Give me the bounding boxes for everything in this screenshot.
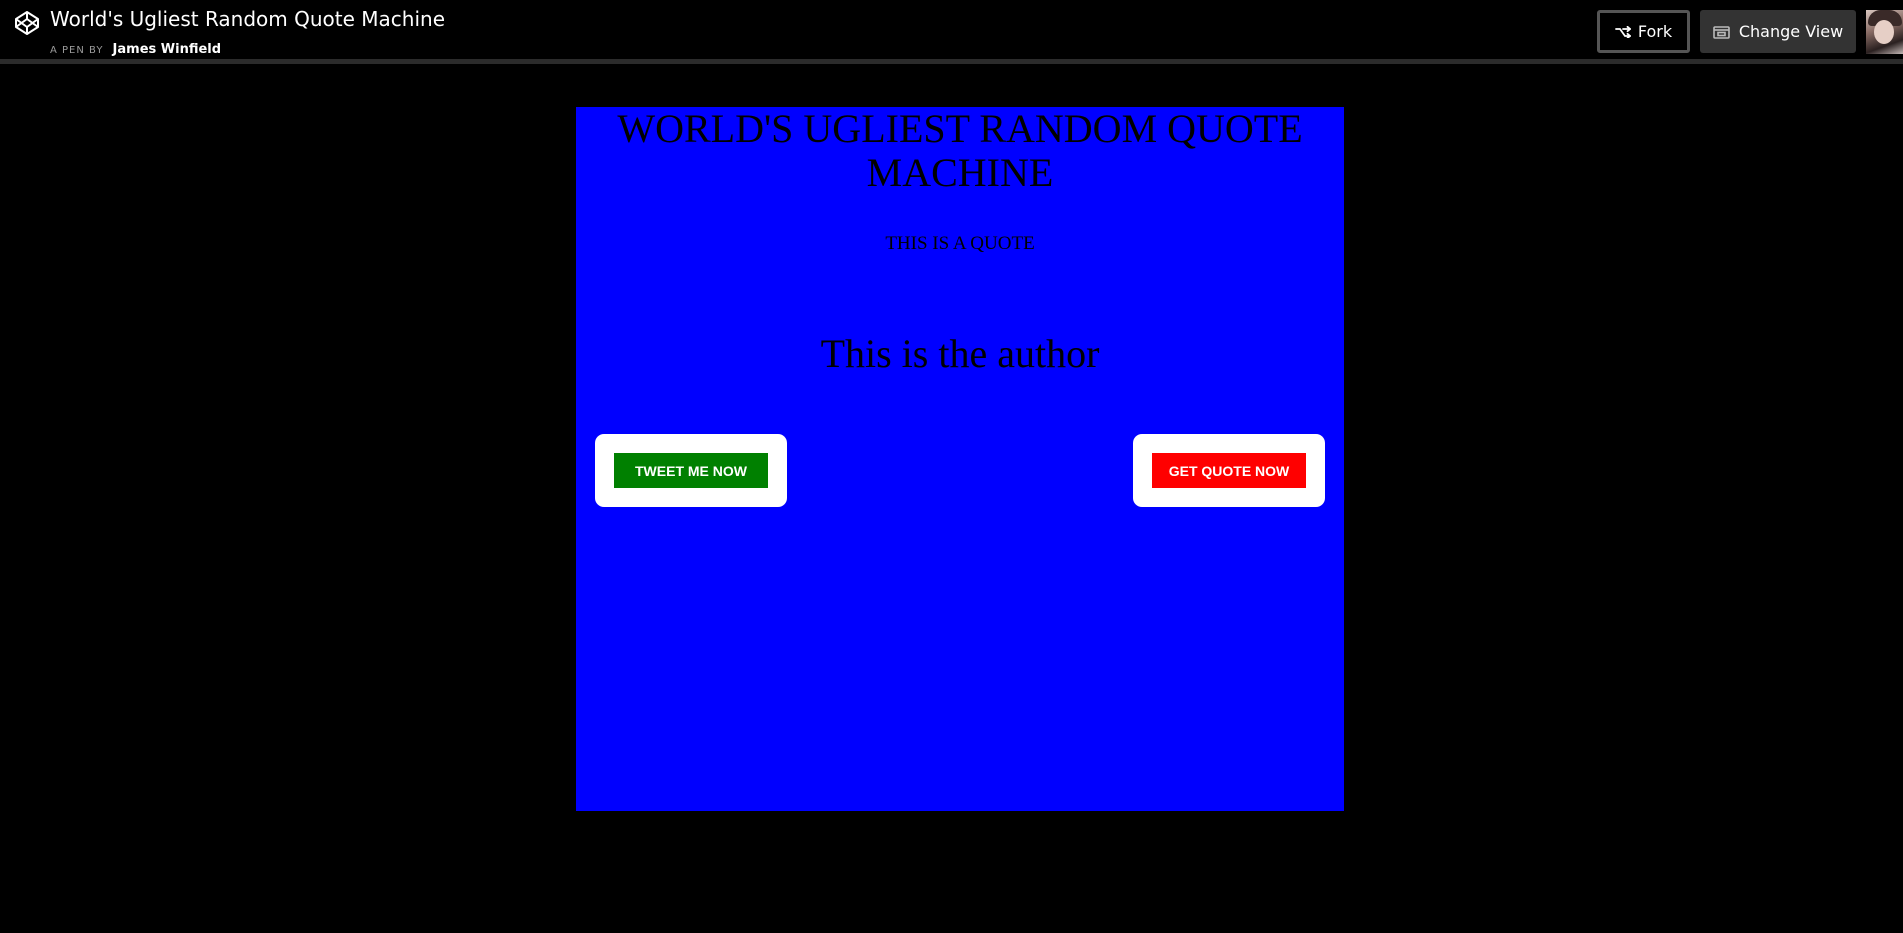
change-view-label: Change View xyxy=(1738,22,1844,41)
codepen-logo-icon[interactable] xyxy=(14,10,40,36)
user-avatar[interactable] xyxy=(1866,10,1903,54)
view-icon xyxy=(1713,25,1730,39)
pen-title: World's Ugliest Random Quote Machine xyxy=(50,7,445,31)
fork-icon xyxy=(1614,25,1631,38)
tweet-button[interactable]: TWEET ME NOW xyxy=(614,453,768,488)
avatar-face xyxy=(1874,20,1894,44)
author-link[interactable]: James Winfield xyxy=(113,42,222,57)
fork-button[interactable]: Fork xyxy=(1597,10,1690,53)
get-quote-button[interactable]: GET QUOTE NOW xyxy=(1152,453,1306,488)
change-view-button[interactable]: Change View xyxy=(1700,10,1856,53)
codepen-header: World's Ugliest Random Quote Machine A P… xyxy=(0,0,1903,64)
quote-machine-panel: WORLD'S UGLIEST RANDOM QUOTE MACHINE THI… xyxy=(576,107,1344,811)
page-title: WORLD'S UGLIEST RANDOM QUOTE MACHINE xyxy=(617,106,1303,195)
quote-author: This is the author xyxy=(820,331,1100,376)
tweet-button-card: TWEET ME NOW xyxy=(595,434,787,507)
fork-label: Fork xyxy=(1637,22,1673,41)
get-quote-button-card: GET QUOTE NOW xyxy=(1133,434,1325,507)
byline-prefix: A PEN BY xyxy=(50,45,104,56)
pen-byline: A PEN BY James Winfield xyxy=(50,38,221,57)
quote-text: THIS IS A QUOTE xyxy=(885,233,1035,254)
